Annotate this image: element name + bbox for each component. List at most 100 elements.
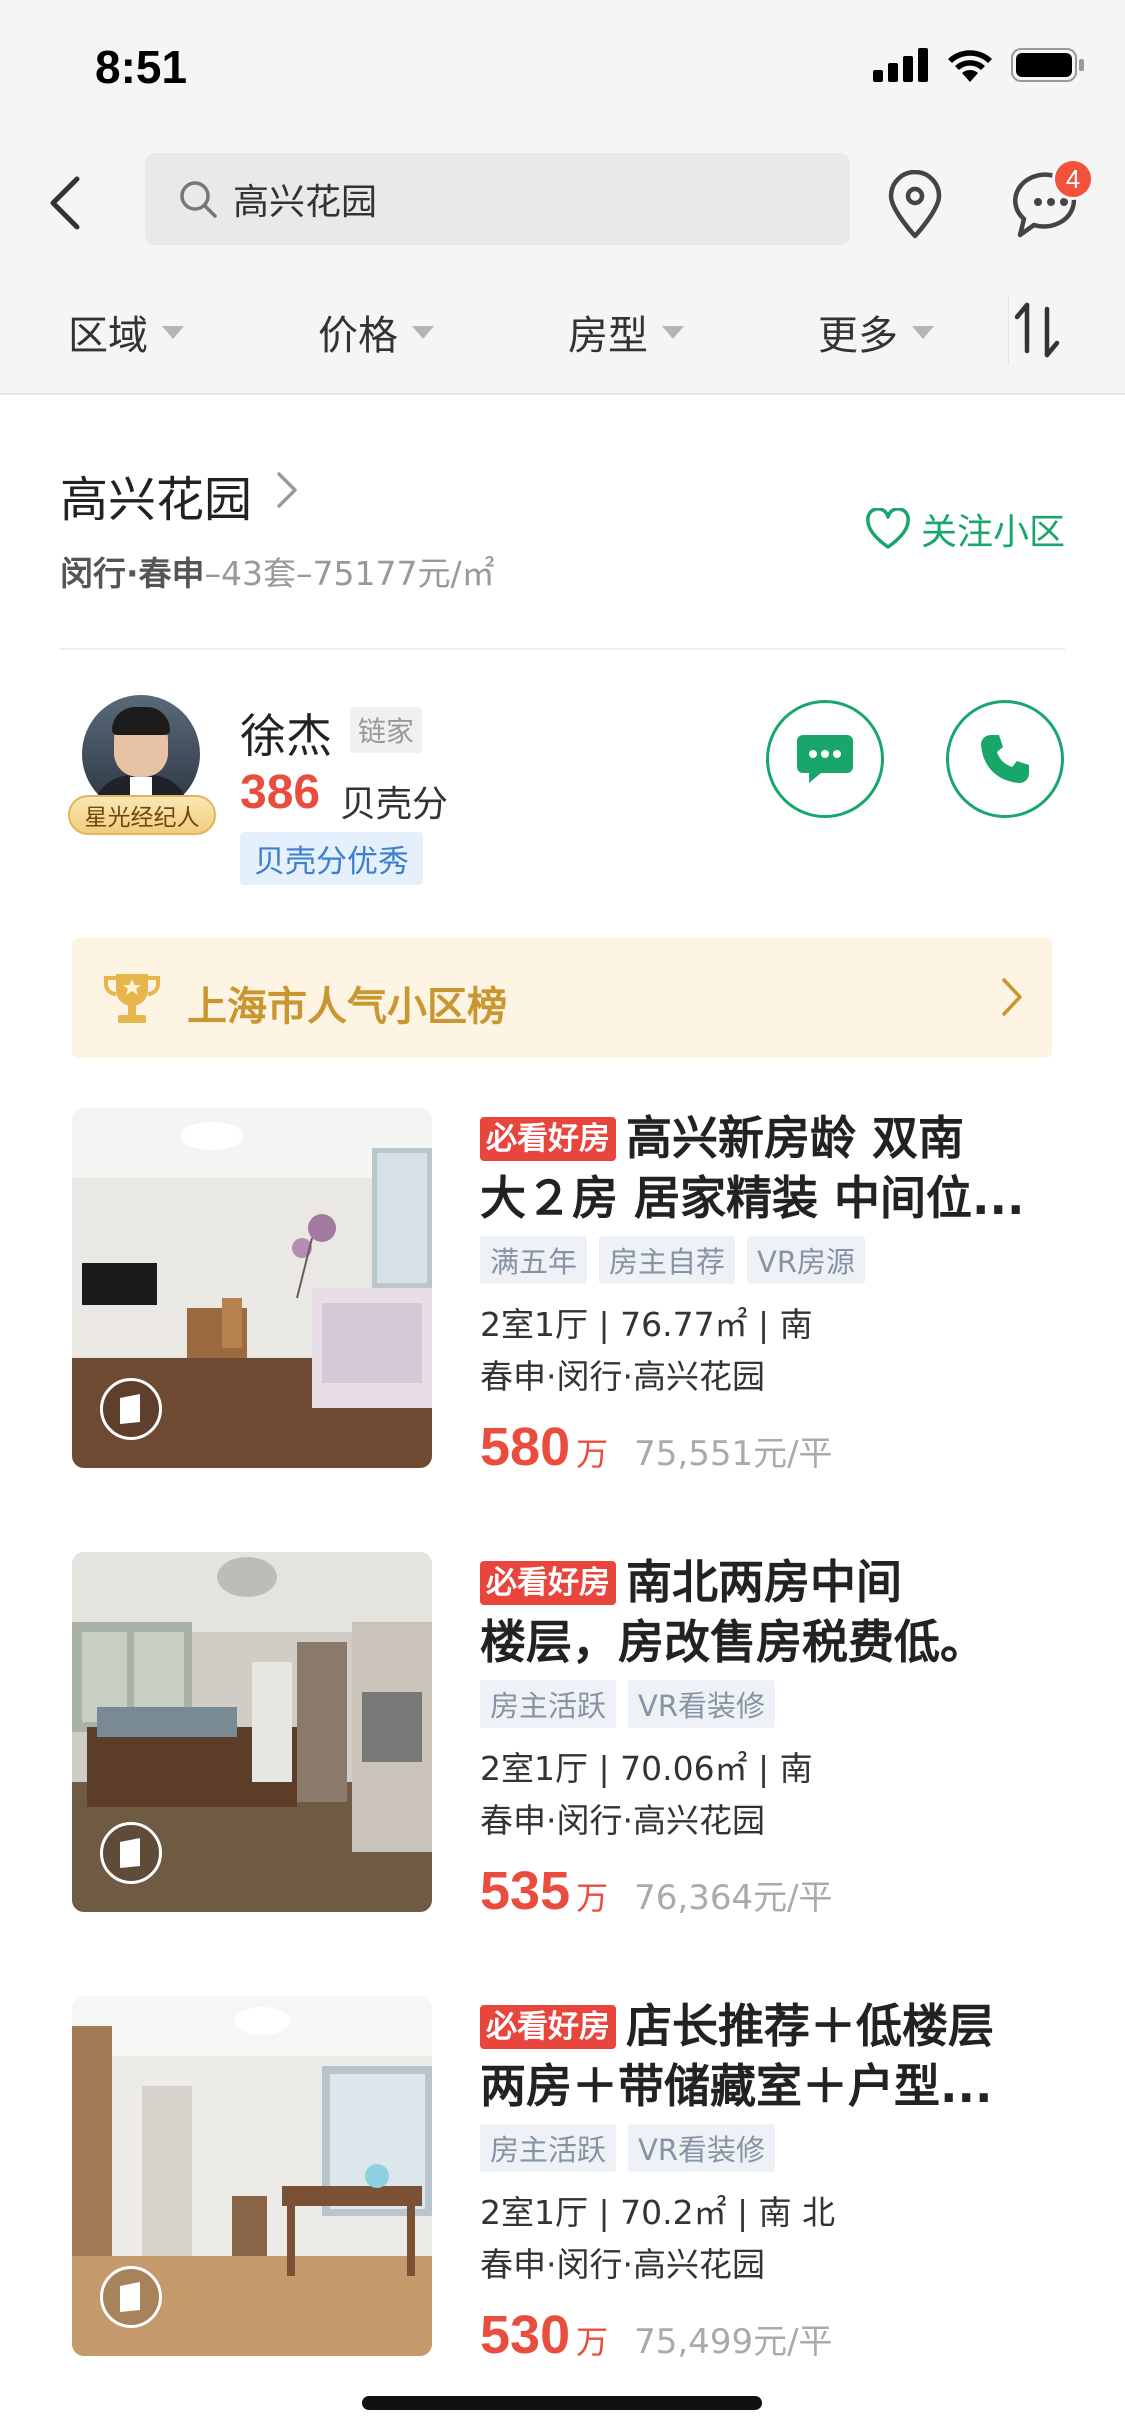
listing-location: 春申·闵行·高兴花园	[480, 1801, 765, 1840]
status-time: 8:51	[95, 41, 188, 93]
total-price: 535	[480, 1861, 571, 1921]
listing-spec: 2室1厅 | 70.2㎡ | 南 北	[480, 2193, 836, 2232]
message-count-badge: 4	[1052, 158, 1094, 200]
vr-icon	[100, 1822, 162, 1884]
status-bar: 8:51	[0, 0, 1125, 140]
ranking-banner[interactable]: 上海市人气小区榜	[72, 938, 1052, 1058]
sort-button[interactable]	[1008, 295, 1068, 365]
listing-tag: 房主活跃	[480, 1680, 617, 1728]
listing-price: 580 万 75,551元/平	[480, 1416, 833, 1478]
title-line-1: 高兴新房龄 双南	[626, 1111, 965, 1165]
total-price: 580	[480, 1417, 571, 1477]
vr-icon	[100, 1378, 162, 1440]
title-line-2: 大２房 居家精装 中间位...	[480, 1171, 1025, 1225]
listing-tags: 房主活跃 VR看装修	[480, 1680, 776, 1728]
wifi-icon	[948, 50, 992, 82]
location-button[interactable]	[885, 169, 945, 240]
total-price: 530	[480, 2305, 571, 2365]
listing-tags: 满五年 房主自荐 VR房源	[480, 1236, 866, 1284]
title-line-2: 楼层，房改售房税费低。	[480, 1615, 986, 1669]
unit-price: 75,551元/平	[634, 1434, 833, 1474]
listing-location: 春申·闵行·高兴花园	[480, 2245, 765, 2284]
agent-score-label: 贝壳分	[340, 784, 449, 825]
caret-down-icon	[162, 325, 184, 339]
filter-layout[interactable]: 房型	[568, 303, 684, 361]
listing-tags: 房主活跃 VR看装修	[480, 2124, 776, 2172]
star-agent-badge: 星光经纪人	[68, 795, 216, 835]
price-unit: 万	[576, 2323, 609, 2361]
search-query: 高兴花园	[233, 182, 378, 223]
chevron-right-icon	[1002, 978, 1022, 1016]
title-line-1: 南北两房中间	[626, 1555, 902, 1609]
follow-label: 关注小区	[921, 512, 1066, 553]
community-avg-price: –75177元/㎡	[296, 554, 495, 593]
sort-arrows-icon	[1014, 302, 1060, 358]
vr-icon	[100, 2266, 162, 2328]
listing-title: 必看好房 高兴新房龄 双南 大２房 居家精装 中间位...	[480, 1108, 1045, 1228]
chat-agent-button[interactable]	[766, 700, 884, 818]
agent-card[interactable]: 星光经纪人 徐杰 链家 386 贝壳分 贝壳分优秀	[0, 650, 1125, 920]
community-district: 闵行·春申	[60, 554, 205, 593]
battery-icon	[1011, 48, 1084, 82]
listing-card[interactable]: 必看好房 南北两房中间 楼层，房改售房税费低。 房主活跃 VR看装修 2室1厅 |…	[0, 1552, 1125, 1932]
search-input[interactable]: 高兴花园	[145, 153, 850, 245]
listing-card[interactable]: 必看好房 店长推荐＋低楼层 两房＋带储藏室＋户型... 房主活跃 VR看装修 2室…	[0, 1996, 1125, 2376]
listing-photo[interactable]	[72, 1996, 432, 2356]
follow-community-button[interactable]: 关注小区	[865, 503, 1065, 555]
listing-title: 必看好房 店长推荐＋低楼层 两房＋带储藏室＋户型...	[480, 1996, 1045, 2116]
filter-region[interactable]: 区域	[68, 303, 184, 361]
title-line-2: 两房＋带储藏室＋户型...	[480, 2059, 993, 2113]
must-see-tag: 必看好房	[480, 1561, 616, 1605]
search-icon	[180, 181, 217, 218]
listing-location: 春申·闵行·高兴花园	[480, 1357, 765, 1396]
price-unit: 万	[576, 1879, 609, 1917]
filter-label: 区域	[68, 313, 148, 359]
back-button[interactable]	[40, 170, 90, 235]
agent-score: 386	[240, 766, 321, 819]
agent-name: 徐杰	[240, 709, 332, 763]
listing-tag: VR看装修	[628, 1680, 776, 1728]
filter-label: 价格	[318, 313, 398, 359]
home-indicator[interactable]	[362, 2396, 762, 2410]
back-arrow-icon	[50, 176, 80, 229]
listing-card[interactable]: 必看好房 高兴新房龄 双南 大２房 居家精装 中间位... 满五年 房主自荐 VR…	[0, 1108, 1125, 1488]
community-count: –43套	[204, 554, 297, 593]
listing-photo[interactable]	[72, 1552, 432, 1912]
listing-tag: VR房源	[747, 1236, 866, 1284]
listing-tag: 房主活跃	[480, 2124, 617, 2172]
ranking-label: 上海市人气小区榜	[187, 984, 507, 1030]
agent-rating-tag: 贝壳分优秀	[240, 832, 423, 885]
listing-photo[interactable]	[72, 1108, 432, 1468]
must-see-tag: 必看好房	[480, 2005, 616, 2049]
nav-bar: 高兴花园 4	[0, 140, 1125, 265]
unit-price: 76,364元/平	[634, 1878, 833, 1918]
listing-title: 必看好房 南北两房中间 楼层，房改售房税费低。	[480, 1552, 1045, 1672]
listing-price: 530 万 75,499元/平	[480, 2304, 833, 2366]
community-header[interactable]: 高兴花园 闵行·春申–43套–75177元/㎡ 关注小区	[0, 395, 1125, 650]
chevron-right-icon	[277, 472, 297, 508]
location-pin-icon	[888, 169, 942, 239]
message-icon	[797, 735, 853, 783]
community-name: 高兴花园	[60, 472, 253, 528]
caret-down-icon	[662, 325, 684, 339]
heart-icon	[866, 508, 910, 549]
must-see-tag: 必看好房	[480, 1117, 616, 1161]
call-agent-button[interactable]	[946, 700, 1064, 818]
caret-down-icon	[912, 325, 934, 339]
listing-price: 535 万 76,364元/平	[480, 1860, 833, 1922]
filter-label: 房型	[568, 313, 648, 359]
unit-price: 75,499元/平	[634, 2322, 833, 2362]
price-unit: 万	[576, 1435, 609, 1473]
status-icons	[873, 48, 1085, 82]
trophy-icon	[104, 974, 160, 1023]
filter-more[interactable]: 更多	[818, 303, 934, 361]
listing-spec: 2室1厅 | 70.06㎡ | 南	[480, 1749, 813, 1788]
listing-tag: 房主自荐	[599, 1236, 736, 1284]
filter-bar: 区域 价格 房型 更多	[0, 265, 1125, 395]
listing-tag: 满五年	[480, 1236, 588, 1284]
phone-icon	[981, 735, 1029, 783]
listing-tag: VR看装修	[628, 2124, 776, 2172]
filter-price[interactable]: 价格	[318, 303, 434, 361]
agent-company: 链家	[350, 707, 423, 753]
signal-icon	[873, 48, 928, 82]
